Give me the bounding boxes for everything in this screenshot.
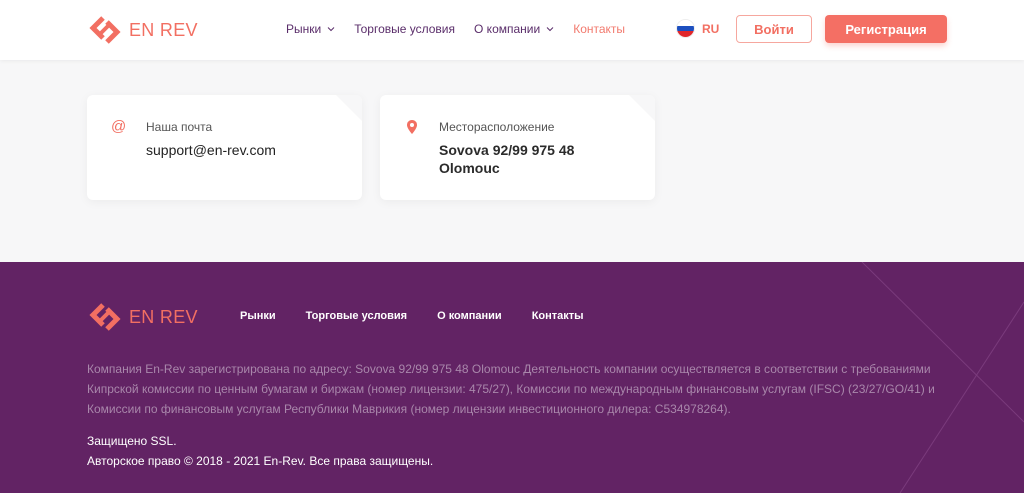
footer-logo[interactable]: EN REV — [87, 299, 198, 335]
logo-text: EN REV — [129, 306, 198, 327]
nav-item-trading-conditions[interactable]: Торговые условия — [354, 22, 455, 36]
site-header: EN REV Рынки Торговые условия О компании… — [0, 0, 1024, 60]
site-footer: EN REV Рынки Торговые условия О компании… — [0, 262, 1024, 493]
language-label: RU — [702, 21, 720, 36]
ssl-notice: Защищено SSL. — [87, 434, 177, 448]
nav-item-label: Контакты — [573, 22, 626, 36]
copyright: Авторское право © 2018 - 2021 En-Rev. Вс… — [87, 454, 434, 468]
nav-item-label: Рынки — [286, 22, 322, 36]
location-label: Месторасположение — [439, 120, 555, 134]
nav-item-markets[interactable]: Рынки — [286, 22, 335, 36]
logo-text: EN REV — [129, 19, 198, 40]
location-card: Месторасположение Sovova 92/99 975 48 Ol… — [380, 95, 655, 200]
chevron-down-icon — [327, 27, 335, 32]
footer-nav-about[interactable]: О компании — [437, 310, 502, 322]
nav-item-about[interactable]: О компании — [474, 22, 554, 36]
email-label: Наша почта — [146, 120, 213, 134]
email-value[interactable]: support@en-rev.com — [146, 141, 276, 159]
email-card: @ Наша почта support@en-rev.com — [87, 95, 362, 200]
location-value: Sovova 92/99 975 48 Olomouc — [439, 141, 574, 177]
footer-nav-trading-conditions[interactable]: Торговые условия — [306, 310, 407, 322]
header-logo[interactable]: EN REV — [87, 12, 198, 48]
location-line-1: Sovova 92/99 975 48 — [439, 142, 575, 158]
footer-nav: Рынки Торговые условия О компании Контак… — [240, 310, 614, 322]
footer-nav-contacts[interactable]: Контакты — [532, 310, 584, 322]
nav-item-contacts[interactable]: Контакты — [573, 22, 625, 36]
main-nav: Рынки Торговые условия О компании Контак… — [286, 0, 644, 58]
login-button[interactable]: Войти — [736, 15, 812, 43]
nav-item-label: Торговые условия — [354, 22, 456, 36]
nav-item-label: О компании — [474, 22, 541, 36]
location-line-2: Olomouc — [439, 160, 500, 176]
language-selector[interactable]: RU — [676, 19, 719, 38]
chevron-down-icon — [546, 27, 554, 32]
logo-icon — [89, 16, 121, 44]
location-pin-icon — [407, 120, 417, 134]
footer-nav-markets[interactable]: Рынки — [240, 310, 276, 322]
logo-icon — [89, 303, 121, 331]
at-icon: @ — [111, 118, 127, 135]
footer-description: Компания En-Rev зарегистрирована по адре… — [87, 362, 935, 416]
russia-flag-icon — [676, 19, 695, 38]
register-button[interactable]: Регистрация — [825, 15, 947, 43]
